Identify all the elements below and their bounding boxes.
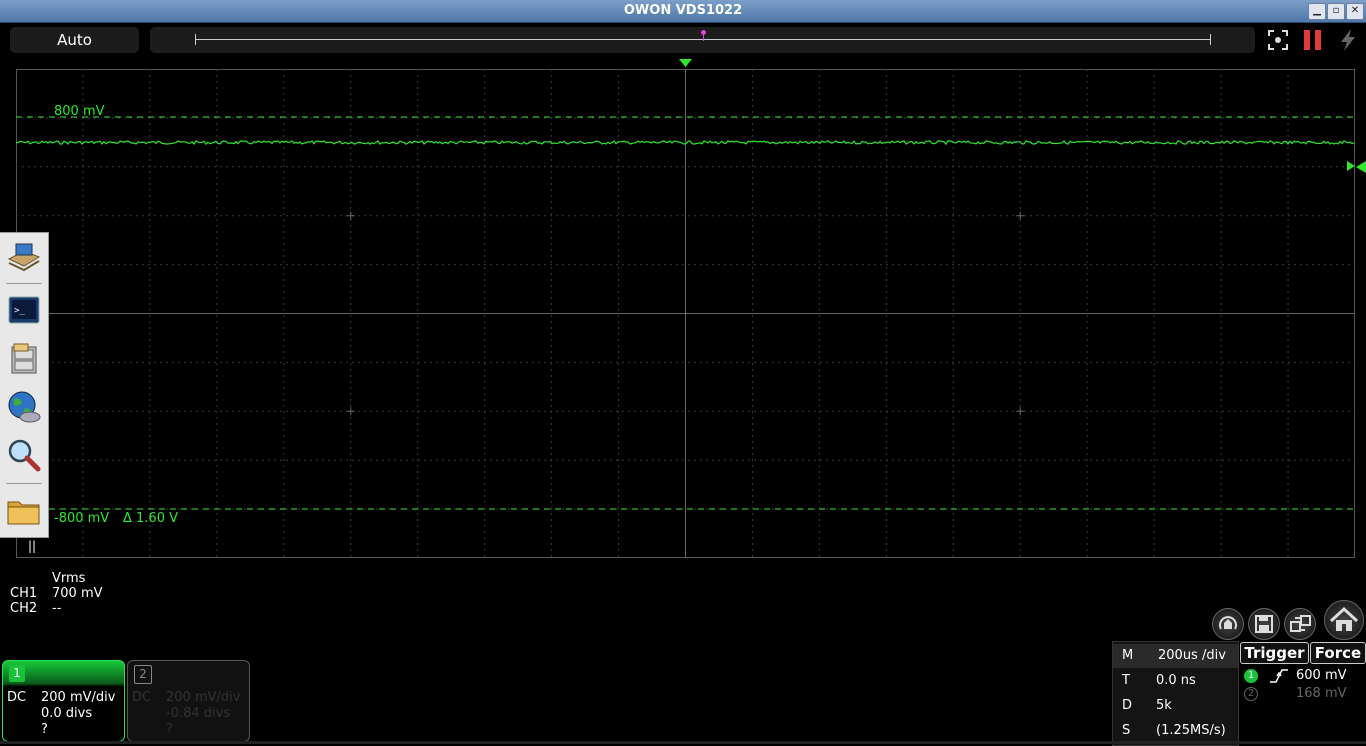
tool-separator bbox=[6, 483, 42, 484]
trigger-panel: Trigger Force 1 600 mV 2 168 mV bbox=[1239, 641, 1366, 744]
timebar-right-end bbox=[1210, 34, 1211, 45]
svg-text:>_: >_ bbox=[14, 306, 25, 316]
measurement-channel: CH1 bbox=[10, 586, 38, 601]
timebase-key: M bbox=[1122, 648, 1134, 663]
timebase-value: 200us /div bbox=[1158, 648, 1226, 663]
measurement-channel: CH2 bbox=[10, 601, 38, 616]
lightning-icon[interactable] bbox=[1336, 28, 1360, 52]
desktop-icon[interactable] bbox=[6, 239, 42, 275]
trigger-ch1-level: 600 mV bbox=[1296, 668, 1347, 683]
timebase-key: T bbox=[1122, 673, 1130, 688]
force-button[interactable]: Force bbox=[1310, 642, 1366, 664]
grid-cross bbox=[1016, 407, 1025, 416]
timebase-row: D 5k bbox=[1113, 694, 1238, 718]
timebase-key: D bbox=[1122, 698, 1133, 713]
title-bar: OWON VDS1022 ▁ ▫ ✕ bbox=[0, 0, 1366, 23]
trigger-arrow-top bbox=[679, 59, 692, 67]
folder-icon[interactable] bbox=[6, 493, 42, 529]
measurement-value: 700 mV bbox=[52, 586, 103, 601]
channel-2-box[interactable]: 2 DC 200 mV/div -0.84 divs ? bbox=[127, 660, 250, 742]
grid-cross bbox=[1016, 211, 1025, 220]
timebase-info[interactable]: M 200us /div T 0.0 ns D 5k S (1.25MS/s) bbox=[1112, 641, 1239, 746]
trigger-position-dot bbox=[701, 30, 706, 35]
horizontal-position-bar[interactable] bbox=[150, 27, 1255, 53]
trigger-ch2-level: 168 mV bbox=[1296, 686, 1347, 701]
measurement-row-ch1: CH1 700 mV bbox=[10, 586, 103, 601]
timebase-value: 0.0 ns bbox=[1156, 673, 1196, 688]
grid-cross bbox=[346, 407, 355, 416]
measurement-readout: Vrms CH1 700 mV CH2 -- bbox=[10, 571, 103, 616]
channel-2-scale: 200 mV/div bbox=[166, 690, 241, 705]
globe-icon[interactable] bbox=[6, 389, 42, 425]
timebar-left-end bbox=[195, 34, 196, 45]
channel-2-probe: ? bbox=[166, 722, 173, 737]
timebase-row: T 0.0 ns bbox=[1113, 669, 1238, 693]
minimize-button[interactable]: ▁ bbox=[1308, 3, 1326, 20]
scope-display[interactable]: 800 mV -800 mV Δ 1.60 V bbox=[16, 69, 1355, 558]
trigger-ch2-badge: 2 bbox=[1244, 687, 1258, 701]
lower-cursor-label: -800 mV bbox=[54, 511, 109, 526]
channel-1-probe: ? bbox=[41, 722, 48, 737]
measurement-header: Vrms bbox=[52, 571, 86, 586]
quick-tools bbox=[1212, 600, 1366, 640]
launcher-panel: >_ bbox=[0, 232, 49, 538]
save-icon[interactable] bbox=[1248, 608, 1280, 640]
grid-cross bbox=[346, 211, 355, 220]
reset-icon[interactable] bbox=[1212, 608, 1244, 640]
channel-1-number: 1 bbox=[9, 665, 25, 682]
window-title: OWON VDS1022 bbox=[623, 3, 743, 18]
rising-edge-icon bbox=[1270, 669, 1288, 683]
measurement-value: -- bbox=[52, 601, 62, 616]
panel-handle[interactable]: || bbox=[28, 539, 36, 553]
home-icon[interactable] bbox=[1324, 600, 1364, 640]
channel-2-number: 2 bbox=[134, 665, 152, 684]
channel-2-coupling: DC bbox=[132, 690, 152, 705]
fullscreen-icon[interactable] bbox=[1266, 28, 1290, 52]
trigger-button[interactable]: Trigger bbox=[1240, 642, 1309, 664]
trigger-ch1-badge: 1 bbox=[1244, 669, 1258, 683]
upper-cursor-label: 800 mV bbox=[54, 104, 105, 119]
timebase-key: S bbox=[1122, 723, 1131, 738]
auto-mode-button[interactable]: Auto bbox=[10, 27, 139, 53]
pause-icon[interactable] bbox=[1301, 28, 1325, 52]
channel-1-offset: 0.0 divs bbox=[41, 706, 93, 721]
maximize-button[interactable]: ▫ bbox=[1327, 3, 1345, 20]
trigger-level-arrow bbox=[1356, 161, 1366, 173]
channel-1-box[interactable]: 1 DC 200 mV/div 0.0 divs ? bbox=[2, 660, 125, 742]
close-button[interactable]: ✕ bbox=[1346, 3, 1364, 20]
channel-2-offset: -0.84 divs bbox=[166, 706, 231, 721]
channel-1-scale: 200 mV/div bbox=[41, 690, 116, 705]
timebase-row: S (1.25MS/s) bbox=[1113, 719, 1238, 743]
measurement-row-ch2: CH2 -- bbox=[10, 601, 103, 616]
timebase-value: (1.25MS/s) bbox=[1156, 723, 1226, 738]
tool-separator bbox=[6, 283, 42, 284]
terminal-icon[interactable]: >_ bbox=[6, 293, 42, 329]
magnifier-icon[interactable] bbox=[6, 437, 42, 473]
window-switch-icon[interactable] bbox=[1284, 608, 1316, 640]
timebase-row: M 200us /div bbox=[1113, 644, 1238, 668]
channel-1-coupling: DC bbox=[7, 690, 27, 705]
timebase-value: 5k bbox=[1156, 698, 1172, 713]
file-cabinet-icon[interactable] bbox=[6, 341, 42, 377]
trigger-level-marker bbox=[1347, 161, 1355, 171]
cursor-delta-label: Δ 1.60 V bbox=[123, 511, 178, 526]
